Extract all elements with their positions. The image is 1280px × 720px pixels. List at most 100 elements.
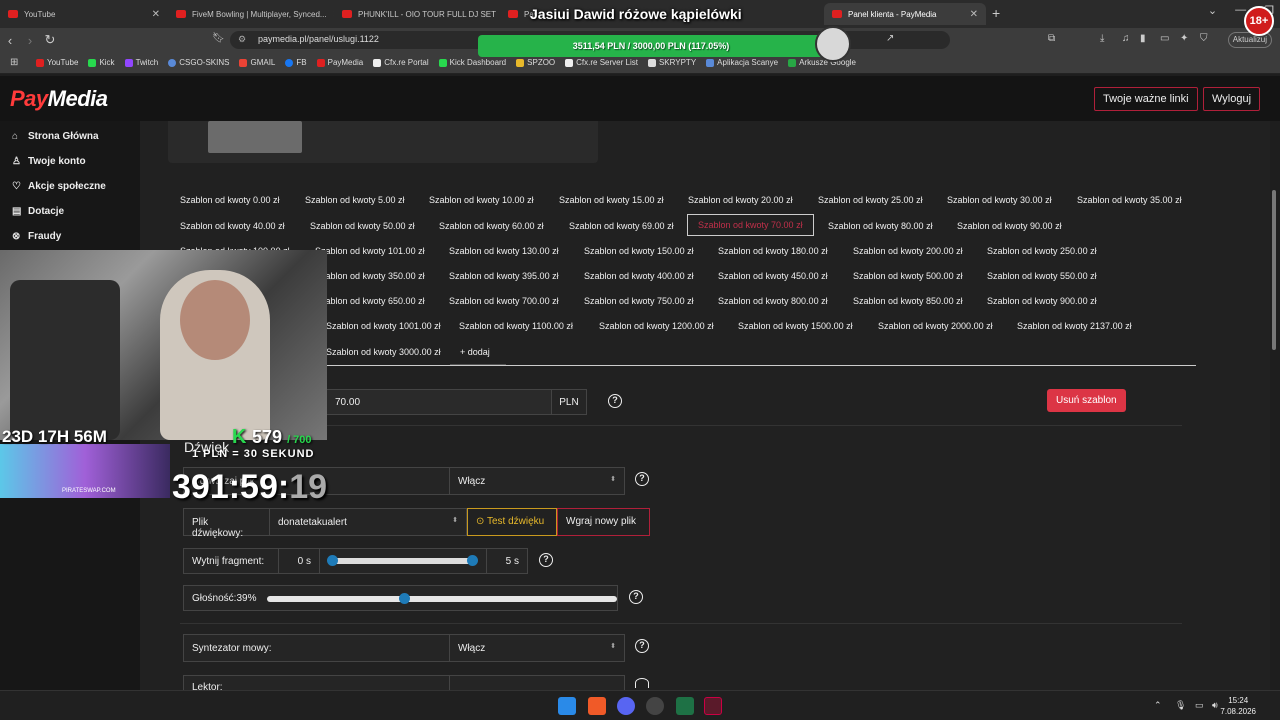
tab-phunkill[interactable]: PHUNK'ILL - OIO TOUR FULL DJ SET✕ [334,3,500,25]
page-scrollbar[interactable] [1272,190,1276,350]
apps-grid-icon[interactable]: ⊞ [10,57,18,68]
forward-icon[interactable]: › [20,33,40,48]
test-sound-button[interactable]: ⊙ Test dźwięku [467,508,557,536]
chevron-up-icon[interactable]: ⌃ [1154,700,1162,711]
bookmark-item[interactable]: Kick [88,58,115,67]
template-button[interactable]: Szablon od kwoty 0.00 zł [180,191,280,213]
tab-youtube[interactable]: YouTube ✕ [0,3,168,25]
template-button[interactable]: Szablon od kwoty 60.00 zł [439,217,544,239]
template-button[interactable]: Szablon od kwoty 700.00 zł [449,292,559,314]
bookmark-item[interactable]: Aplikacja Scanye [706,58,778,67]
paymedia-logo[interactable]: PayMedia [10,86,108,112]
template-button[interactable]: Szablon od kwoty 350.00 zł [315,267,425,289]
terminal-icon[interactable] [704,697,722,715]
close-icon[interactable]: ✕ [152,9,160,20]
bookmark-item[interactable]: YouTube [36,58,78,67]
delete-template-button[interactable]: Usuń szablon [1047,389,1126,412]
template-button[interactable]: Szablon od kwoty 5.00 zł [305,191,405,213]
template-button[interactable]: Szablon od kwoty 800.00 zł [718,292,828,314]
template-button[interactable]: Szablon od kwoty 1500.00 zł [738,317,853,339]
template-button[interactable]: Szablon od kwoty 50.00 zł [310,217,415,239]
template-button[interactable]: Szablon od kwoty 30.00 zł [947,191,1052,213]
template-button[interactable]: Szablon od kwoty 2137.00 zł [1017,317,1132,339]
logout-button[interactable]: Wyloguj [1203,87,1261,111]
template-button[interactable]: Szablon od kwoty 15.00 zł [559,191,664,213]
sidebar-item-frauds[interactable]: ⊗ Fraudy [0,224,140,249]
template-button[interactable]: Szablon od kwoty 900.00 zł [987,292,1097,314]
bookmark-item[interactable]: CSGO-SKINS [168,58,229,67]
template-button[interactable]: Szablon od kwoty 69.00 zł [569,217,674,239]
sidebar-item-donations[interactable]: ▤ Dotacje [0,199,140,224]
template-button[interactable]: Szablon od kwoty 40.00 zł [180,217,285,239]
site-info-icon[interactable]: ⚙ [238,34,246,45]
obs-icon[interactable] [646,697,664,715]
help-icon[interactable]: ? [539,553,553,567]
template-button[interactable]: Szablon od kwoty 20.00 zł [688,191,793,213]
template-button[interactable]: Szablon od kwoty 130.00 zł [449,242,559,264]
template-button[interactable]: Szablon od kwoty 10.00 zł [429,191,534,213]
help-icon[interactable]: ? [608,394,622,408]
template-button[interactable]: Szablon od kwoty 1200.00 zł [599,317,714,339]
sidebar-item-home[interactable]: ⌂ Strona Główna [0,124,140,149]
bookmark-item[interactable]: FB [285,58,307,67]
network-icon[interactable]: ▭ [1195,700,1204,711]
template-button[interactable]: Szablon od kwoty 850.00 zł [853,292,963,314]
volume-track[interactable] [267,596,617,602]
template-button[interactable]: Szablon od kwoty 500.00 zł [853,267,963,289]
upload-file-button[interactable]: Wgraj nowy plik [557,508,650,536]
trim-start-handle[interactable] [327,555,338,566]
template-button[interactable]: Szablon od kwoty 400.00 zł [584,267,694,289]
template-button[interactable]: Szablon od kwoty 200.00 zł [853,242,963,264]
bookmark-item[interactable]: Twitch [124,58,158,67]
template-button[interactable]: Szablon od kwoty 90.00 zł [957,217,1062,239]
new-tab-icon[interactable]: + [992,5,1000,21]
reload-icon[interactable]: ↻ [40,32,60,48]
template-button[interactable]: Szablon od kwoty 80.00 zł [828,217,933,239]
template-button[interactable]: Szablon od kwoty 150.00 zł [584,242,694,264]
volume-icon[interactable]: 🔊︎ [1212,700,1218,711]
wallet-icon[interactable]: ▭ [1160,33,1169,44]
download-icon[interactable]: ⤓ [1100,33,1104,44]
template-button[interactable]: Szablon od kwoty 650.00 zł [315,292,425,314]
play-sound-select[interactable]: Włącz ⬍ [449,467,625,495]
trim-end-handle[interactable] [467,555,478,566]
media-icon[interactable]: ♫ [1122,33,1130,44]
bookmark-item[interactable]: SKRYPTY [647,58,696,67]
template-button[interactable]: Szablon od kwoty 2000.00 zł [878,317,993,339]
windows-start-icon[interactable] [558,697,576,715]
ai-icon[interactable]: ✦ [1180,33,1188,44]
bookmark-item[interactable]: Kick Dashboard [438,58,506,67]
brave-icon[interactable] [588,697,606,715]
system-clock[interactable]: 15:24 7.08.2026 [1220,695,1256,717]
back-icon[interactable]: ‹ [0,33,20,48]
close-icon[interactable]: ✕ [970,9,978,20]
sidebar-icon[interactable]: ▮ [1140,33,1146,44]
discord-icon[interactable] [617,697,635,715]
template-button[interactable]: Szablon od kwoty 101.00 zł [315,242,425,264]
template-button[interactable]: Szablon od kwoty 1001.00 zł [326,317,441,339]
bookmark-item[interactable]: Arkusze Google [788,58,856,67]
template-button-selected[interactable]: Szablon od kwoty 70.00 zł [687,214,814,236]
tab-fivem-bowling[interactable]: FiveM Bowling | Multiplayer, Synced...✕ [168,3,334,25]
trim-range-slider[interactable] [319,548,487,574]
bookmark-icon[interactable]: 🔖︎ [212,33,225,44]
help-icon[interactable]: ? [635,639,649,653]
template-button[interactable]: Szablon od kwoty 750.00 zł [584,292,694,314]
help-icon[interactable] [635,678,649,688]
amount-input[interactable]: 70.00 [326,389,552,415]
bookmark-item[interactable]: PayMedia [316,58,363,67]
bookmark-item[interactable]: Cfx.re Server List [565,58,638,67]
microphone-icon[interactable]: 🎙︎ [1175,700,1186,711]
shield-icon[interactable]: ⛉ [1200,33,1208,44]
tts-select[interactable]: Włącz ⬍ [449,634,625,662]
volume-handle[interactable] [398,593,410,604]
bookmark-item[interactable]: Cfx.re Portal [373,58,429,67]
template-button[interactable]: Szablon od kwoty 35.00 zł [1077,191,1182,213]
excel-icon[interactable] [676,697,694,715]
help-icon[interactable]: ? [629,590,643,604]
template-button[interactable]: Szablon od kwoty 25.00 zł [818,191,923,213]
tab-paymedia-panel[interactable]: Panel klienta - PayMedia ✕ [824,3,986,25]
add-template-button[interactable]: + dodaj [460,343,490,365]
template-button[interactable]: Szablon od kwoty 250.00 zł [987,242,1097,264]
template-button[interactable]: Szablon od kwoty 395.00 zł [449,267,559,289]
